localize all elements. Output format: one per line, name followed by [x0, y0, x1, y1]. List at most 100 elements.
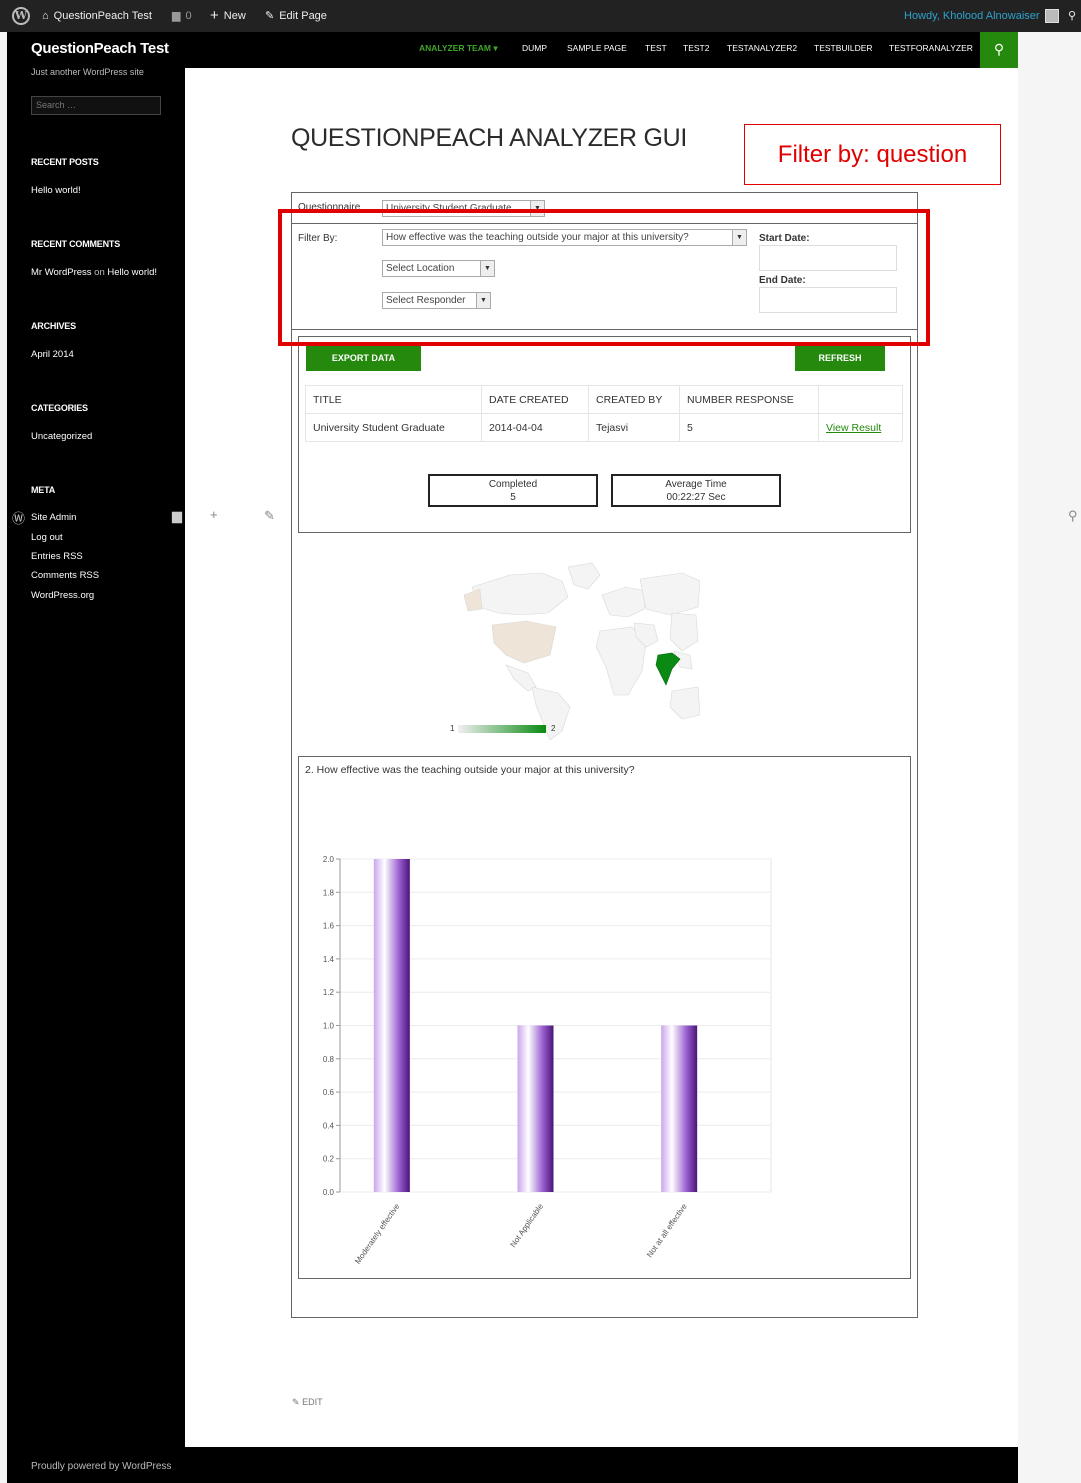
- chevron-down-icon: ▼: [480, 261, 494, 276]
- search-input[interactable]: Search …: [31, 96, 161, 115]
- meta-link-comments-rss[interactable]: Comments RSS: [31, 570, 99, 581]
- end-date-label: End Date:: [759, 275, 806, 286]
- export-data-button[interactable]: EXPORT DATA: [306, 345, 421, 371]
- question-select[interactable]: How effective was the teaching outside y…: [382, 229, 747, 246]
- plus-icon: +: [210, 7, 219, 24]
- questionnaire-select[interactable]: University Student Graduate ▼: [382, 200, 545, 217]
- nav-test2[interactable]: TEST2: [683, 32, 709, 68]
- admin-comments-link[interactable]: ▆ 0: [172, 0, 192, 32]
- search-icon[interactable]: ⚲: [1068, 508, 1078, 524]
- average-time-label: Average Time: [665, 479, 727, 490]
- admin-site-link[interactable]: ⌂ QuestionPeach Test: [42, 0, 152, 32]
- recent-comments-title: RECENT COMMENTS: [31, 239, 120, 249]
- map-region-usa: [491, 620, 557, 664]
- nav-analyzer-team[interactable]: ANALYZER TEAM ▾: [419, 32, 498, 68]
- page-title: QUESTIONPEACH ANALYZER GUI: [291, 124, 687, 152]
- location-select[interactable]: Select Location ▼: [382, 260, 495, 277]
- average-time-value: 00:22:27 Sec: [666, 492, 726, 503]
- chevron-down-icon: ▼: [476, 293, 490, 308]
- edit-link[interactable]: ✎ EDIT: [292, 1397, 323, 1408]
- meta-link-site-admin[interactable]: Site Admin: [31, 512, 76, 523]
- results-table: TITLE DATE CREATED CREATED BY NUMBER RES…: [305, 385, 903, 442]
- y-tick-label: 0.4: [323, 1121, 335, 1130]
- bar[interactable]: [661, 1025, 698, 1193]
- filter-by-label: Filter By:: [298, 233, 338, 244]
- bar[interactable]: [517, 1025, 554, 1193]
- nav-testforanalyzer[interactable]: TESTFORANALYZER: [889, 32, 973, 68]
- pencil-icon[interactable]: ✎: [264, 508, 275, 524]
- column-header-created-by: CREATED BY: [588, 385, 680, 414]
- bar[interactable]: [373, 859, 410, 1192]
- y-tick-label: 1.8: [323, 888, 335, 897]
- admin-edit-page-link[interactable]: ✎ Edit Page: [265, 0, 327, 32]
- recent-comment-item: Mr WordPress on Hello world!: [31, 267, 157, 278]
- nav-search-button[interactable]: ⚲: [980, 32, 1018, 68]
- meta-link-wordpress-org[interactable]: WordPress.org: [31, 590, 94, 601]
- refresh-button[interactable]: REFRESH: [795, 345, 885, 371]
- wordpress-logo-icon[interactable]: W: [12, 0, 30, 32]
- admin-search-icon[interactable]: ⚲: [1068, 0, 1076, 32]
- wordpress-logo-icon[interactable]: Ⓦ: [12, 508, 25, 527]
- x-tick-label: Not at all effective: [645, 1202, 689, 1260]
- archives-title: ARCHIVES: [31, 321, 76, 331]
- nav-testbuilder[interactable]: TESTBUILDER: [814, 32, 873, 68]
- start-date-label: Start Date:: [759, 233, 810, 244]
- completed-stat: Completed 5: [428, 474, 598, 507]
- y-tick-label: 1.6: [323, 922, 335, 931]
- map-region-alaska: [463, 588, 483, 612]
- average-time-stat: Average Time 00:22:27 Sec: [611, 474, 781, 507]
- annotation-callout: Filter by: question: [744, 124, 1001, 185]
- plus-icon[interactable]: +: [210, 507, 218, 522]
- map-region-canada: [471, 572, 569, 616]
- chevron-down-icon: ▼: [732, 230, 746, 245]
- pencil-icon: ✎: [292, 1397, 300, 1407]
- meta-link-logout[interactable]: Log out: [31, 532, 63, 543]
- nav-dump[interactable]: DUMP: [522, 32, 547, 68]
- comment-post-link[interactable]: Hello world!: [107, 267, 157, 278]
- home-icon: ⌂: [42, 10, 49, 22]
- admin-new-link[interactable]: + New: [210, 0, 246, 32]
- archive-link[interactable]: April 2014: [31, 349, 74, 360]
- y-tick-label: 1.2: [323, 988, 335, 997]
- comment-icon[interactable]: ▆: [172, 508, 182, 524]
- categories-title: CATEGORIES: [31, 403, 88, 413]
- y-tick-label: 1.4: [323, 955, 335, 964]
- end-date-input[interactable]: [759, 287, 897, 313]
- x-tick-label: Not Applicable: [508, 1202, 545, 1250]
- nav-test[interactable]: TEST: [645, 32, 667, 68]
- comment-icon: ▆: [172, 10, 181, 22]
- bar-chart: 0.0 0.2 0.4 0.6 0.8 1.0 1.2 1.4 1.6 1.8 2.0 Moderat…: [323, 855, 772, 1266]
- search-icon: ⚲: [993, 41, 1005, 57]
- category-link[interactable]: Uncategorized: [31, 431, 92, 442]
- site-tagline: Just another WordPress site: [31, 67, 144, 77]
- cell-created-by: Tejasvi: [588, 413, 680, 442]
- y-tick-label: 0.2: [323, 1155, 335, 1164]
- nav-sample-page[interactable]: SAMPLE PAGE: [567, 32, 627, 68]
- site-footer: Proudly powered by WordPress: [7, 1447, 1018, 1483]
- comment-author-link[interactable]: Mr WordPress: [31, 267, 92, 278]
- recent-post-link[interactable]: Hello world!: [31, 185, 81, 196]
- column-header-title: TITLE: [305, 385, 482, 414]
- map-legend-max: 2: [551, 724, 556, 733]
- map-region-china: [669, 612, 699, 652]
- avatar: [1044, 9, 1059, 23]
- table-header-row: TITLE DATE CREATED CREATED BY NUMBER RES…: [305, 385, 903, 414]
- cell-count: 5: [679, 413, 819, 442]
- responder-select[interactable]: Select Responder ▼: [382, 292, 491, 309]
- cell-date: 2014-04-04: [481, 413, 589, 442]
- world-map[interactable]: [450, 555, 700, 740]
- meta-link-entries-rss[interactable]: Entries RSS: [31, 551, 83, 562]
- nav-testanalyzer2[interactable]: TESTANALYZER2: [727, 32, 797, 68]
- footer-credit[interactable]: Proudly powered by WordPress: [31, 1461, 171, 1472]
- y-tick-label: 0.6: [323, 1088, 335, 1097]
- site-title[interactable]: QuestionPeach Test: [31, 40, 169, 57]
- sidebar: [7, 32, 185, 1483]
- questionnaire-label: Questionnaire: [298, 202, 361, 213]
- map-region-europe: [601, 586, 647, 618]
- map-region-australia: [669, 686, 700, 720]
- admin-account-menu[interactable]: Howdy, Kholood Alnowaiser: [904, 0, 1059, 32]
- map-region-central-america: [505, 664, 537, 692]
- map-legend-min: 1: [450, 724, 455, 733]
- view-result-link[interactable]: View Result: [826, 422, 881, 434]
- start-date-input[interactable]: [759, 245, 897, 271]
